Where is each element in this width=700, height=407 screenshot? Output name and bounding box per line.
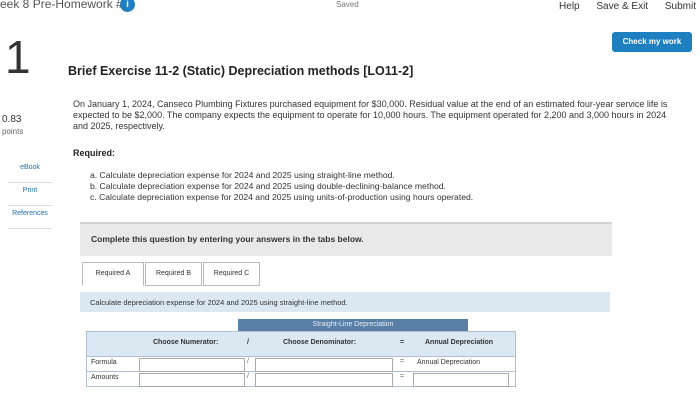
- top-links: Help Save & Exit Submit: [545, 1, 696, 12]
- complete-instruction-box: Complete this question by entering your …: [80, 222, 612, 256]
- requirement-c: c. Calculate depreciation expense for 20…: [90, 192, 474, 202]
- amount-result-input[interactable]: [413, 373, 509, 387]
- requirement-b: b. Calculate depreciation expense for 20…: [90, 181, 446, 191]
- row-label-formula: Formula: [91, 359, 117, 366]
- ebook-link[interactable]: eBook: [8, 160, 52, 183]
- amount-numerator-input[interactable]: [139, 373, 245, 387]
- required-label: Required:: [73, 148, 116, 158]
- top-bar: eek 8 Pre-Homework #2 i Saved Help Save …: [0, 0, 700, 14]
- tab-instruction: Calculate depreciation expense for 2024 …: [90, 298, 348, 307]
- divide-symbol: /: [247, 358, 249, 365]
- check-my-work-button[interactable]: Check my work: [612, 32, 692, 52]
- submit-link[interactable]: Submit: [665, 1, 696, 12]
- requirements-list: a. Calculate depreciation expense for 20…: [90, 170, 473, 203]
- tab-instruction-bar: Calculate depreciation expense for 2024 …: [80, 292, 610, 312]
- table-row-amounts: Amounts / =: [86, 372, 516, 387]
- help-link[interactable]: Help: [559, 1, 580, 12]
- equals-symbol: =: [400, 358, 405, 365]
- save-exit-link[interactable]: Save & Exit: [596, 1, 648, 12]
- formula-numerator-select[interactable]: [139, 358, 245, 372]
- amount-denominator-input[interactable]: [255, 373, 393, 387]
- tab-required-c[interactable]: Required C: [203, 262, 260, 286]
- row-label-amounts: Amounts: [91, 374, 119, 381]
- tab-required-b[interactable]: Required B: [145, 262, 202, 286]
- equals-symbol: =: [400, 373, 405, 380]
- divide-symbol: /: [247, 373, 249, 380]
- info-icon[interactable]: i: [120, 0, 135, 12]
- assignment-title: eek 8 Pre-Homework #2: [0, 0, 130, 11]
- exercise-title: Brief Exercise 11-2 (Static) Depreciatio…: [68, 64, 414, 78]
- complete-instruction: Complete this question by entering your …: [91, 234, 364, 244]
- formula-result-label: Annual Depreciation: [417, 359, 481, 366]
- requirement-a: a. Calculate depreciation expense for 20…: [90, 170, 395, 180]
- table-row-formula: Formula / = Annual Depreciation: [86, 357, 516, 372]
- tab-required-a[interactable]: Required A: [82, 262, 144, 286]
- question-number: 1: [5, 31, 31, 83]
- points-value: 0.83: [2, 114, 22, 125]
- depreciation-table: Straight-Line Depreciation Choose Numera…: [86, 319, 516, 387]
- tab-bar: Required A Required B Required C: [80, 258, 612, 288]
- references-link[interactable]: References: [8, 206, 52, 229]
- side-links: eBook Print References: [8, 160, 52, 229]
- points-label: points: [2, 127, 24, 136]
- table-header-row: Choose Numerator: / Choose Denominator: …: [86, 331, 516, 357]
- problem-paragraph: On January 1, 2024, Canseco Plumbing Fix…: [73, 99, 668, 131]
- print-link[interactable]: Print: [8, 183, 52, 206]
- formula-denominator-select[interactable]: [255, 358, 393, 372]
- saved-status: Saved: [336, 0, 359, 9]
- table-caption: Straight-Line Depreciation: [238, 319, 468, 331]
